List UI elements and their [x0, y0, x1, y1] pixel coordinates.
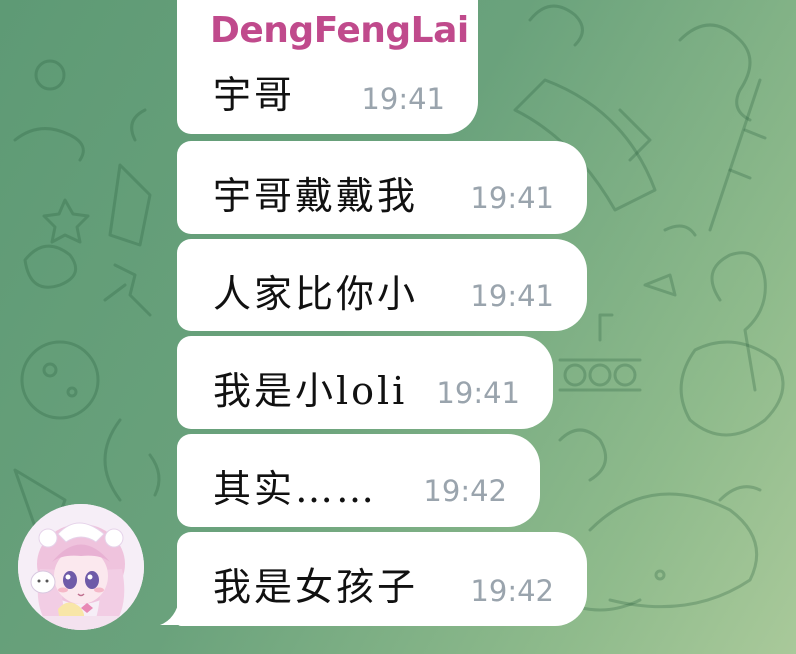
- message-bubble-2[interactable]: 宇哥戴戴我 19:41: [177, 141, 587, 234]
- message-text: 宇哥戴戴我: [213, 174, 419, 218]
- message-timestamp: 19:42: [423, 474, 507, 508]
- bubble-tail: [160, 597, 188, 625]
- message-bubble-5[interactable]: 其实…… 19:42: [177, 434, 540, 527]
- sender-avatar[interactable]: [18, 504, 144, 630]
- message-text: 我是小loli: [213, 369, 408, 413]
- message-text: 其实……: [213, 467, 378, 511]
- message-bubble-6[interactable]: 我是女孩子 19:42: [177, 532, 587, 626]
- message-bubble-3[interactable]: 人家比你小 19:41: [177, 239, 587, 331]
- message-timestamp: 19:41: [436, 376, 520, 410]
- message-text: 宇哥: [213, 73, 296, 117]
- anime-girl-avatar-image: [18, 504, 144, 630]
- message-text: 我是女孩子: [213, 565, 419, 609]
- message-bubble-4[interactable]: 我是小loli 19:41: [177, 336, 553, 429]
- message-bubble-1[interactable]: DengFengLai 宇哥 19:41: [177, 0, 478, 134]
- message-text: 人家比你小: [213, 272, 419, 316]
- message-timestamp: 19:41: [470, 279, 554, 313]
- message-timestamp: 19:41: [470, 181, 554, 215]
- message-timestamp: 19:42: [470, 574, 554, 608]
- sender-name[interactable]: DengFengLai: [210, 10, 469, 51]
- message-timestamp: 19:41: [361, 82, 445, 116]
